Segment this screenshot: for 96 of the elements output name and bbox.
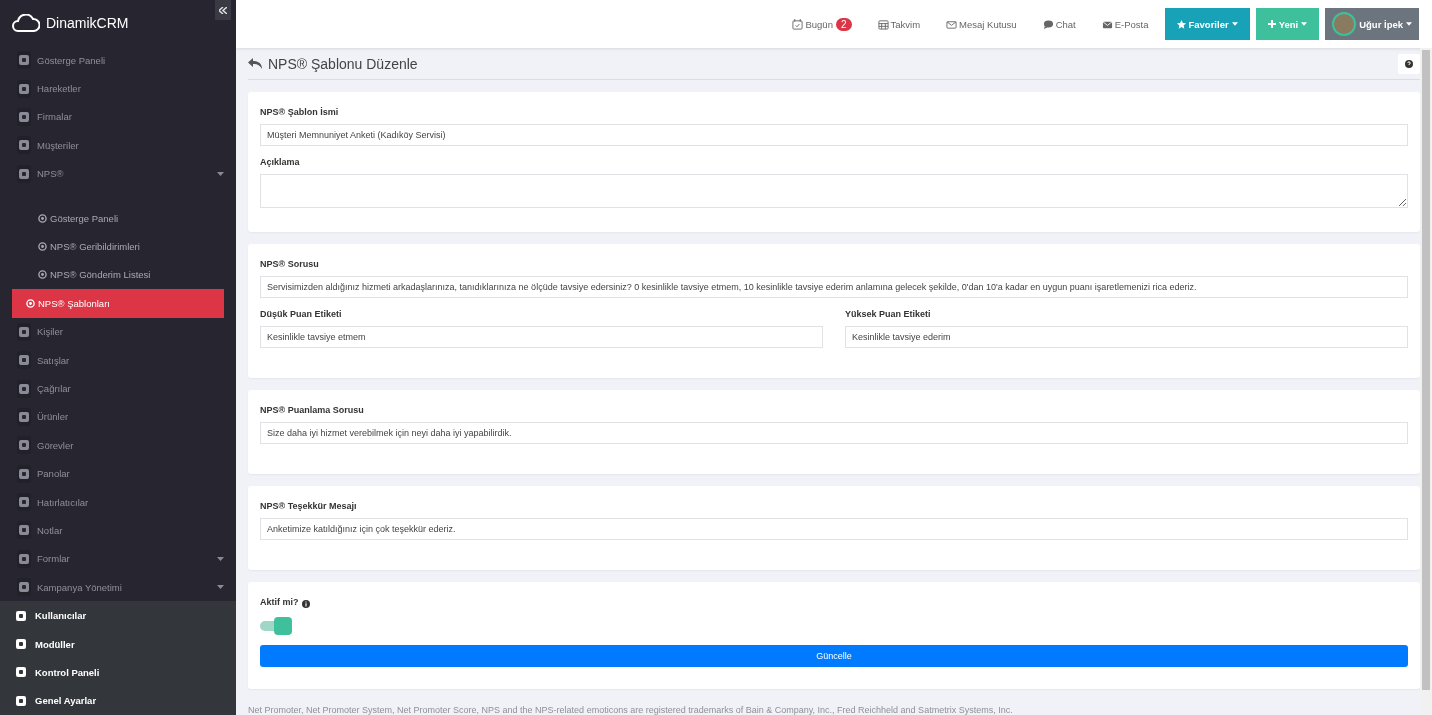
- sidebar-subitem[interactable]: NPS® Geribildirimleri: [12, 232, 224, 261]
- square-icon: [18, 467, 30, 480]
- circle-dot-icon: [38, 213, 47, 223]
- square-icon: [18, 354, 30, 367]
- caret-icon: [1231, 22, 1238, 26]
- sidebar-item[interactable]: Formlar: [0, 544, 236, 574]
- info-icon: [301, 600, 310, 608]
- input-field[interactable]: Kesinlikle tavsiye ederim: [845, 326, 1408, 348]
- square-icon: [18, 139, 30, 152]
- sidebar-item[interactable]: Kontrol Paneli: [0, 658, 236, 687]
- question-circle-icon: [1405, 59, 1413, 68]
- top-link[interactable]: Chat: [1032, 18, 1086, 30]
- field-label: Aktif mi?: [260, 597, 299, 607]
- sidebar-item[interactable]: Kullanıcılar: [0, 601, 236, 630]
- sidebar-item[interactable]: Modüller: [0, 629, 236, 659]
- field-label: Açıklama: [260, 157, 301, 167]
- input-field[interactable]: Size daha iyi hizmet verebilmek için neyi daha iyi yapabilirdik.: [260, 422, 1408, 444]
- chat-bubble-icon: [1042, 18, 1054, 30]
- calendar-check-icon: [792, 18, 804, 30]
- help-button[interactable]: [1398, 53, 1420, 74]
- reply-arrow-icon: [248, 58, 262, 69]
- caret-icon: [217, 585, 224, 590]
- square-icon: [15, 666, 27, 679]
- square-icon: [15, 609, 27, 622]
- avatar: [1332, 12, 1357, 36]
- square-icon: [18, 552, 30, 565]
- caret-icon: [217, 556, 224, 561]
- plus-icon: [1267, 20, 1276, 28]
- input-field[interactable]: Kesinlikle tavsiye etmem: [260, 326, 823, 348]
- field-label: Düşük Puan Etiketi: [260, 309, 343, 319]
- sidebar-item[interactable]: Görevler: [0, 431, 236, 460]
- field-label: NPS® Teşekkür Mesajı: [260, 501, 358, 511]
- field-label: NPS® Şablon İsmi: [260, 107, 340, 117]
- star-icon: [1176, 19, 1186, 29]
- square-icon: [15, 694, 27, 707]
- square-icon: [18, 524, 30, 537]
- field-label: Yüksek Puan Etiketi: [845, 309, 932, 319]
- top-link[interactable]: E-Posta: [1091, 18, 1159, 30]
- input-field[interactable]: Anketimize katıldığınız için çok teşekkür ederiz.: [260, 518, 1408, 540]
- sidebar-subitem[interactable]: NPS® Şablonları: [12, 289, 224, 318]
- sidebar-item[interactable]: Çağrılar: [0, 374, 236, 403]
- field-label: NPS® Sorusu: [260, 259, 320, 269]
- sidebar-item[interactable]: Kişiler: [0, 317, 236, 346]
- field-label: NPS® Puanlama Sorusu: [260, 405, 365, 415]
- square-icon: [18, 410, 30, 423]
- toggle-switch[interactable]: [260, 617, 292, 635]
- sidebar-item[interactable]: Gösterge Paneli: [0, 46, 236, 75]
- sidebar-item[interactable]: Kampanya Yönetimi: [0, 573, 236, 602]
- top-link[interactable]: Takvim: [867, 18, 931, 30]
- double-chevron-icon: [219, 6, 227, 14]
- calendar-icon: [877, 18, 889, 30]
- square-icon: [15, 638, 27, 650]
- square-icon: [18, 167, 30, 180]
- footer-text: Net Promoter, Net Promoter System, Net Promoter Score, NPS and the NPS-related emoticons are registered trademarks of Bain & Company, Inc., Fred Reichheld and Satmetrix Systems, Inc.: [248, 705, 1014, 715]
- sidebar-item[interactable]: Panolar: [0, 459, 236, 488]
- square-icon: [18, 496, 30, 509]
- input-field[interactable]: Servisimizden aldığınız hizmeti arkadaşlarınıza, tanıdıklarınıza ne ölçüde tavsiye edersiniz? 0 kesinlikle tavsiye etmem, 10 kesinlikle tavsiye ederim anlamına gelecek şekilde, 0'dan 10'a kadar en uygun puanı işaretlemenizi rica ederiz.: [260, 276, 1408, 298]
- brand-name: DinamikCRM: [46, 15, 129, 31]
- cloud-icon: [12, 14, 40, 32]
- favorites-button[interactable]: Favoriler: [1164, 8, 1250, 40]
- page-title: NPS® Şablonu Düzenle: [268, 55, 418, 72]
- caret-icon: [1301, 22, 1308, 26]
- square-icon: [18, 382, 30, 395]
- sidebar-item[interactable]: Firmalar: [0, 102, 236, 132]
- square-icon: [18, 111, 30, 123]
- user-menu-button[interactable]: Uğur İpek: [1325, 8, 1419, 40]
- input-field[interactable]: Müşteri Memnuniyet Anketi (Kadıköy Servisi): [260, 124, 1408, 146]
- square-icon: [18, 439, 30, 452]
- sidebar-item[interactable]: Ürünler: [0, 402, 236, 432]
- envelope-icon: [946, 18, 958, 30]
- update-button[interactable]: Güncelle: [260, 645, 1408, 667]
- caret-icon: [1406, 22, 1412, 26]
- sidebar-item[interactable]: Genel Ayarlar: [0, 686, 236, 715]
- scrollbar[interactable]: [1420, 48, 1432, 715]
- sidebar-item[interactable]: Satışlar: [0, 345, 236, 375]
- sidebar-item[interactable]: Hareketler: [0, 74, 236, 103]
- top-link[interactable]: Bugün 2: [782, 17, 862, 31]
- sidebar-item[interactable]: Müşteriler: [0, 131, 236, 160]
- sidebar-subitem[interactable]: Gösterge Paneli: [12, 203, 224, 233]
- text-area[interactable]: [260, 174, 1408, 208]
- square-icon: [18, 54, 30, 67]
- envelope-icon: [1101, 18, 1113, 30]
- collapse-button[interactable]: [215, 0, 231, 20]
- circle-dot-icon: [26, 298, 35, 308]
- caret-icon: [217, 171, 224, 176]
- top-link[interactable]: Mesaj Kutusu: [936, 18, 1027, 30]
- sidebar-item[interactable]: Hatırlatıcılar: [0, 487, 236, 517]
- count-badge: 2: [835, 17, 852, 31]
- sidebar-item[interactable]: NPS®: [0, 159, 236, 188]
- sidebar-subitem[interactable]: NPS® Gönderim Listesi: [12, 260, 224, 290]
- square-icon: [18, 325, 30, 338]
- sidebar-item[interactable]: Notlar: [0, 516, 236, 545]
- square-icon: [18, 581, 30, 594]
- circle-dot-icon: [38, 242, 47, 252]
- square-icon: [18, 82, 30, 95]
- circle-dot-icon: [38, 270, 47, 280]
